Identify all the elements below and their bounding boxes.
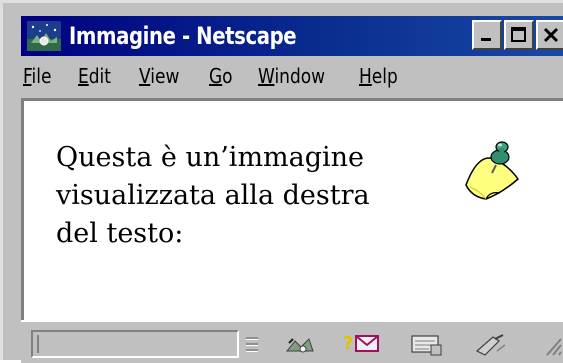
status-text-field [31, 330, 239, 358]
menu-window-label: indow [274, 64, 326, 88]
content-line: Questa è un’immagine [56, 142, 365, 173]
svg-text:?: ? [343, 333, 353, 354]
close-icon [543, 27, 559, 43]
browser-window: Immagine - Netscape File Edit View Go Wi… [0, 0, 563, 363]
menu-edit-label: dit [89, 64, 112, 88]
menu-view-accesskey: V [139, 64, 151, 88]
menu-file[interactable]: File [23, 64, 51, 88]
maximize-icon [511, 27, 526, 42]
maximize-button[interactable] [504, 20, 534, 50]
window-controls [470, 20, 563, 50]
menu-help[interactable]: Help [359, 64, 398, 88]
menu-bar: File Edit View Go Window Help [23, 59, 427, 93]
menu-file-accesskey: F [23, 64, 32, 88]
close-button[interactable] [536, 20, 563, 50]
component-bar-grip[interactable] [245, 334, 259, 356]
content-line: visualizzata alla destra [56, 180, 370, 211]
title-bar[interactable]: Immagine - Netscape [21, 16, 563, 56]
menu-help-label: elp [372, 64, 399, 88]
minimize-icon [481, 38, 491, 41]
page-content: Questa è un’immagine visualizzata alla d… [21, 98, 563, 320]
content-paragraph: Questa è un’immagine visualizzata alla d… [56, 139, 436, 253]
menu-view[interactable]: View [139, 64, 179, 88]
window-title: Immagine - Netscape [69, 22, 297, 50]
menu-view-label: iew [150, 64, 180, 88]
status-bar: ? [21, 320, 563, 363]
menu-file-label: ile [31, 64, 52, 88]
content-line: del testo: [56, 218, 184, 249]
menu-go-accesskey: G [208, 64, 222, 88]
mail-icon[interactable]: ? [343, 331, 383, 357]
minimize-button[interactable] [472, 20, 502, 50]
menu-window[interactable]: Window [258, 64, 325, 88]
composer-icon[interactable] [473, 331, 509, 357]
discussion-icon[interactable] [409, 331, 443, 357]
menu-edit-accesskey: E [78, 64, 90, 88]
menu-go-label: o [221, 64, 233, 88]
navigator-icon[interactable] [283, 331, 317, 357]
menu-go[interactable]: Go [209, 64, 233, 88]
netscape-app-icon[interactable] [27, 21, 61, 51]
resize-grip-icon[interactable] [541, 331, 563, 357]
pinned-note-icon [465, 141, 520, 200]
menu-edit[interactable]: Edit [78, 64, 111, 88]
menu-window-accesskey: W [258, 64, 275, 88]
menu-help-accesskey: H [359, 64, 373, 88]
